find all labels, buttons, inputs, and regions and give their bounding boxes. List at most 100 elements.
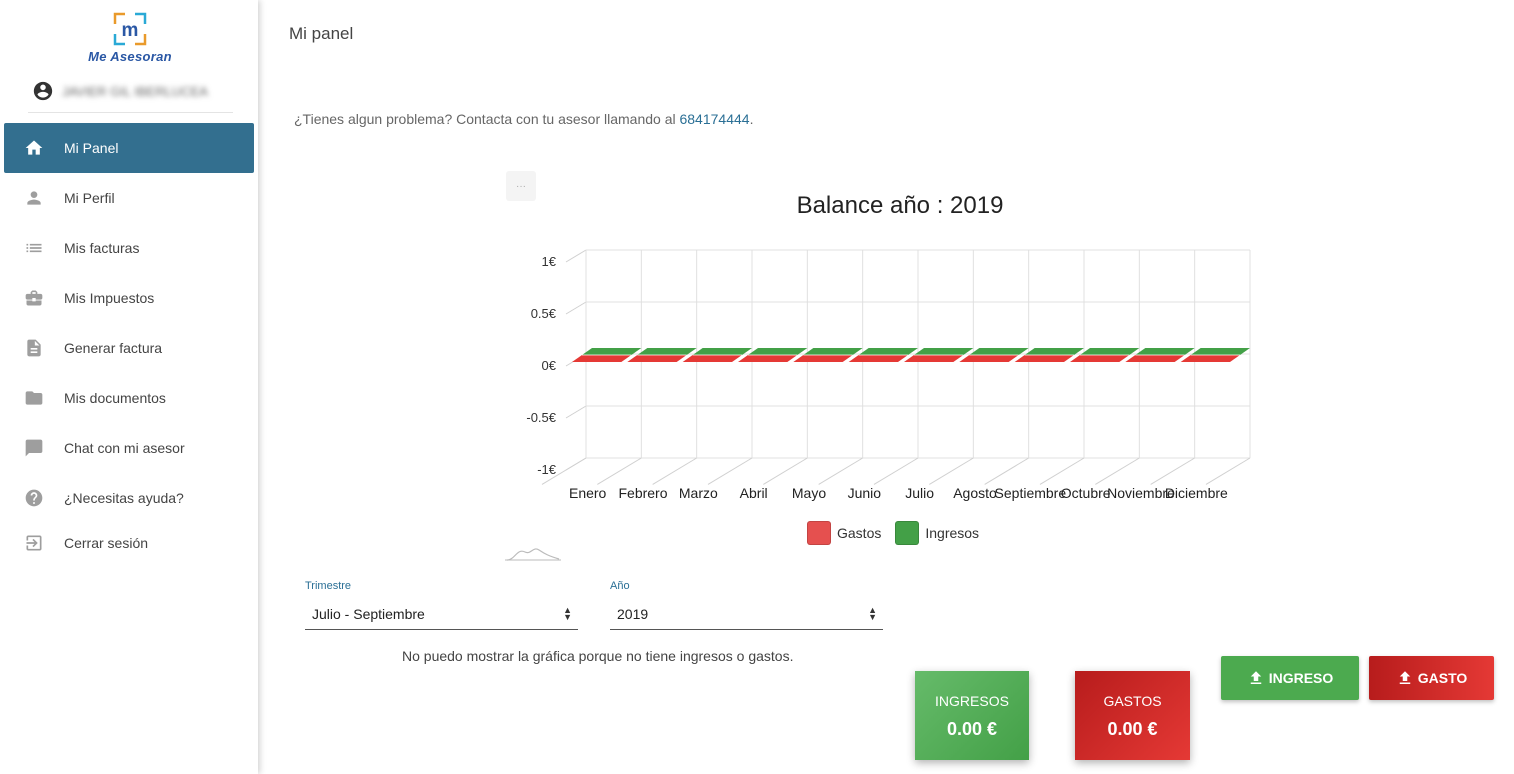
help-phone-link[interactable]: 684174444 bbox=[679, 111, 749, 127]
y-tick-label: 1€ bbox=[542, 254, 557, 269]
legend-item-gastos[interactable]: Gastos bbox=[807, 521, 881, 545]
brand-logo[interactable]: m Me Asesoran bbox=[84, 12, 176, 68]
floor-line bbox=[929, 457, 974, 485]
document-icon bbox=[24, 338, 44, 358]
ingresos-summary-card: INGRESOS 0.00 € bbox=[915, 671, 1029, 760]
x-tick-label: Junio bbox=[848, 485, 882, 501]
floor-line bbox=[707, 457, 753, 485]
bar-ingresos bbox=[692, 348, 752, 355]
legend-swatch-ingresos bbox=[895, 521, 920, 545]
sidebar-item-label: Mis documentos bbox=[64, 390, 166, 406]
legend-label-gastos: Gastos bbox=[837, 525, 882, 541]
sidebar-item-generar-factura[interactable]: Generar factura bbox=[4, 323, 254, 373]
x-tick-label: Enero bbox=[569, 485, 607, 501]
trimestre-field: Trimestre Julio - Septiembre ▲ ▼ bbox=[305, 580, 578, 630]
help-text: ¿Tienes algun problema? Contacta con tu … bbox=[294, 111, 680, 127]
chart-menu-button[interactable]: ··· bbox=[506, 171, 536, 201]
bar-ingresos bbox=[1080, 348, 1140, 355]
sidebar-item-label: Chat con mi asesor bbox=[64, 440, 185, 456]
upload-icon bbox=[1399, 671, 1410, 684]
sidebar-item-mi-perfil[interactable]: Mi Perfil bbox=[4, 173, 254, 223]
sidebar-item-label: Mis Impuestos bbox=[64, 290, 155, 306]
sidebar-item-label: Mi Perfil bbox=[64, 190, 115, 206]
floor-line bbox=[652, 457, 697, 485]
bar-gastos bbox=[627, 355, 687, 362]
add-ingreso-button[interactable]: INGRESO bbox=[1221, 656, 1359, 700]
sidebar-item-label: Mi Panel bbox=[64, 140, 119, 156]
axis-depth-tick bbox=[565, 301, 587, 315]
sidebar-item-label: Cerrar sesión bbox=[64, 535, 149, 551]
x-tick-label: Agosto bbox=[953, 485, 997, 501]
bar-ingresos bbox=[914, 348, 974, 355]
folder-icon bbox=[24, 388, 44, 408]
x-tick-label: Julio bbox=[905, 485, 934, 501]
sidebar-item-ayuda[interactable]: ¿Necesitas ayuda? bbox=[4, 473, 254, 523]
bar-gastos bbox=[738, 355, 798, 362]
floor-line bbox=[984, 457, 1029, 485]
y-tick-label: 0€ bbox=[542, 358, 557, 373]
bar-ingresos bbox=[969, 348, 1029, 355]
user-info[interactable]: JAVIER GIL IBERLUCEA bbox=[32, 78, 208, 104]
bar-gastos bbox=[1070, 355, 1130, 362]
bar-gastos bbox=[793, 355, 853, 362]
floor-line bbox=[1039, 457, 1085, 485]
user-divider bbox=[28, 112, 233, 113]
sidebar-item-label: ¿Necesitas ayuda? bbox=[64, 490, 184, 506]
logo-mark-icon: m bbox=[113, 12, 147, 46]
bar-gastos bbox=[1180, 355, 1240, 362]
add-ingreso-label: INGRESO bbox=[1268, 670, 1334, 686]
list-icon bbox=[24, 238, 44, 258]
select-arrows-icon: ▲ ▼ bbox=[868, 604, 877, 622]
select-arrows-icon: ▲ ▼ bbox=[563, 604, 572, 622]
bar-ingresos bbox=[1135, 348, 1195, 355]
sidebar-item-label: Generar factura bbox=[64, 340, 163, 356]
person-icon bbox=[24, 188, 44, 208]
bar-ingresos bbox=[1024, 348, 1084, 355]
gastos-summary-card: GASTOS 0.00 € bbox=[1075, 671, 1190, 760]
x-tick-label: Octubre bbox=[1061, 485, 1111, 501]
axis-depth-tick bbox=[565, 405, 587, 419]
sidebar-item-mis-documentos[interactable]: Mis documentos bbox=[4, 373, 254, 423]
legend-label-ingresos: Ingresos bbox=[925, 525, 980, 541]
bar-ingresos bbox=[582, 348, 642, 355]
floor-line bbox=[597, 457, 642, 485]
floor-line bbox=[1150, 457, 1195, 485]
x-tick-label: Febrero bbox=[618, 485, 667, 501]
page-title: Mi panel bbox=[289, 24, 354, 43]
logo-letter: m bbox=[122, 20, 139, 41]
trimestre-select[interactable]: Julio - Septiembre ▲ ▼ bbox=[305, 598, 578, 630]
sidebar-item-mis-impuestos[interactable]: Mis Impuestos bbox=[4, 273, 254, 323]
sidebar-item-cerrar-sesion[interactable]: Cerrar sesión bbox=[4, 523, 254, 563]
x-tick-label: Abril bbox=[740, 485, 768, 501]
anio-field: Año 2019 ▲ ▼ bbox=[610, 580, 883, 630]
bar-gastos bbox=[1014, 355, 1074, 362]
trimestre-label: Trimestre bbox=[305, 580, 352, 592]
sparkline-icon bbox=[505, 548, 561, 561]
legend-swatch-gastos bbox=[807, 521, 831, 545]
ingresos-card-title: INGRESOS bbox=[935, 693, 1009, 709]
sidebar-item-mi-panel[interactable]: Mi Panel bbox=[4, 123, 254, 173]
chart-title: Balance año : 2019 bbox=[796, 192, 1004, 219]
upload-icon bbox=[1250, 671, 1261, 684]
home-icon bbox=[24, 138, 44, 158]
add-gasto-button[interactable]: GASTO bbox=[1369, 656, 1494, 700]
bar-gastos bbox=[1125, 355, 1185, 362]
legend-item-ingresos[interactable]: Ingresos bbox=[895, 521, 979, 545]
bar-gastos bbox=[572, 355, 632, 362]
anio-select[interactable]: 2019 ▲ ▼ bbox=[610, 598, 883, 630]
chat-icon bbox=[24, 438, 44, 458]
anio-label: Año bbox=[610, 580, 630, 592]
sidebar-item-mis-facturas[interactable]: Mis facturas bbox=[4, 223, 254, 273]
ingresos-card-value: 0.00 € bbox=[946, 719, 998, 739]
balance-chart: 1€ 0.5€ 0€ -0.5€ -1€ Enero Febrero Marzo Abril Ma… bbox=[526, 249, 1251, 501]
floor-line bbox=[763, 457, 808, 485]
y-tick-label: 0.5€ bbox=[531, 306, 557, 321]
axis-depth-tick bbox=[565, 249, 587, 263]
sidebar-nav: Mi Panel Mi Perfil Mis facturas Mis Impu… bbox=[4, 123, 254, 563]
briefcase-icon bbox=[24, 288, 44, 308]
bar-gastos bbox=[682, 355, 742, 362]
sidebar-item-chat-asesor[interactable]: Chat con mi asesor bbox=[4, 423, 254, 473]
help-message: ¿Tienes algun problema? Contacta con tu … bbox=[294, 111, 753, 127]
floor-line bbox=[1095, 457, 1140, 485]
bar-ingresos bbox=[803, 348, 863, 355]
